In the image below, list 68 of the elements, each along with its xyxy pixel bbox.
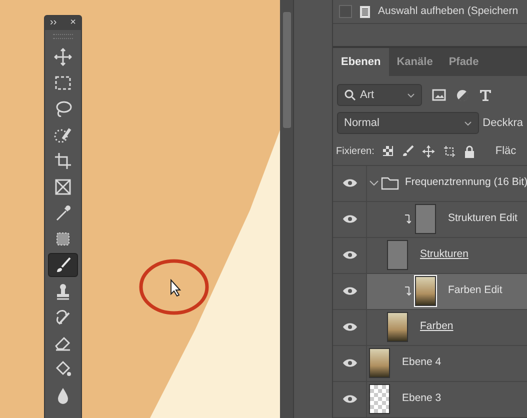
eye-icon[interactable] <box>342 250 358 260</box>
image-filter-icon[interactable] <box>432 89 446 101</box>
layer-name: Farben Edit <box>448 283 502 298</box>
layer-row[interactable]: Farben Edit <box>333 274 527 310</box>
checkbox[interactable] <box>339 5 352 18</box>
cursor-icon <box>170 279 182 297</box>
blend-mode-value: Normal <box>344 116 380 131</box>
lock-icon[interactable] <box>464 144 476 158</box>
search-icon <box>344 89 356 101</box>
layer-name: Ebene 4 <box>402 355 442 370</box>
lock-label: Fixieren: <box>336 144 374 159</box>
paint-bucket-icon[interactable] <box>54 360 72 378</box>
layer-row[interactable]: Strukturen Edit <box>333 202 527 238</box>
eye-icon[interactable] <box>342 358 358 368</box>
move-icon[interactable] <box>54 48 72 66</box>
brush-icon[interactable] <box>402 145 414 158</box>
folder-icon <box>381 176 399 190</box>
panel-tab[interactable]: Ebenen <box>333 48 389 76</box>
layer-row[interactable]: Ebene 4 <box>333 346 527 382</box>
move-icon[interactable] <box>422 144 436 158</box>
photo-placeholder <box>387 312 408 342</box>
blend-mode-dropdown[interactable]: Normal <box>337 112 479 134</box>
type-filter-icon[interactable] <box>479 88 492 102</box>
caret-icon <box>464 120 472 126</box>
grip-handle[interactable] <box>53 34 73 39</box>
eye-icon[interactable] <box>342 178 358 188</box>
layer-row[interactable]: Strukturen <box>333 238 527 274</box>
lasso-icon[interactable] <box>54 100 72 118</box>
crop-icon[interactable] <box>54 152 72 170</box>
brush-icon[interactable] <box>54 256 72 274</box>
layer-name: Ebene 3 <box>402 391 442 406</box>
layer-name: Frequenztrennung (16 Bit) <box>405 175 527 190</box>
layer-name: Strukturen Edit <box>448 211 518 226</box>
artboard-icon[interactable] <box>443 144 456 158</box>
filter-dropdown[interactable]: Art <box>337 84 422 106</box>
expand-icon[interactable]: ›› <box>50 16 57 30</box>
caret-icon <box>407 92 415 98</box>
scrollbar-thumb[interactable] <box>283 12 291 128</box>
eye-icon[interactable] <box>342 322 358 332</box>
expand-caret-icon[interactable] <box>369 180 379 186</box>
layer-name: Farben <box>420 319 454 334</box>
close-icon[interactable]: × <box>70 16 76 30</box>
fill-label: Fläc <box>495 144 516 159</box>
layer-thumbnail <box>415 204 436 234</box>
eraser-icon[interactable] <box>54 334 72 352</box>
transparency-thumbnail <box>369 384 390 414</box>
selected-tool[interactable] <box>48 253 78 277</box>
photo-placeholder <box>369 348 390 378</box>
adjustment-filter-icon[interactable] <box>456 88 469 102</box>
eye-icon[interactable] <box>342 394 358 404</box>
marquee-icon[interactable] <box>54 74 72 92</box>
layer-name: Strukturen <box>420 247 468 262</box>
opacity-label: Deckkra <box>482 116 523 131</box>
filter-value: Art <box>360 88 376 103</box>
layer-row[interactable]: Frequenztrennung (16 Bit) <box>333 166 527 202</box>
history-brush-icon[interactable] <box>54 308 72 326</box>
stamp-icon[interactable] <box>54 282 72 300</box>
eyedropper-icon[interactable] <box>54 204 72 222</box>
frame-icon[interactable] <box>54 178 72 196</box>
history-step[interactable]: Auswahl aufheben (Speichern <box>378 4 518 20</box>
photo-placeholder <box>415 276 436 306</box>
document-icon <box>359 4 371 18</box>
layer-row[interactable]: Farben <box>333 310 527 346</box>
quick-selection-icon[interactable] <box>54 126 72 144</box>
eye-icon[interactable] <box>342 214 358 224</box>
layer-row[interactable]: Ebene 3 <box>333 382 527 418</box>
eye-icon[interactable] <box>342 286 358 296</box>
layer-thumbnail <box>387 240 408 270</box>
